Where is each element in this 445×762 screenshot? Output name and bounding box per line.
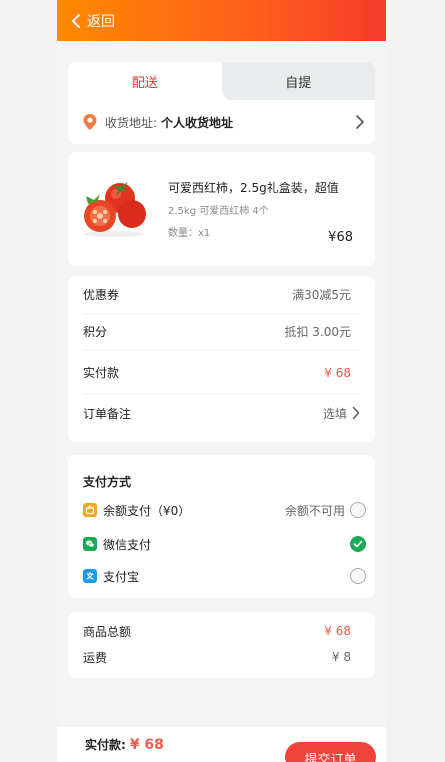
payment-label-alipay: 支付宝: [103, 569, 140, 584]
delivery-tabs: 配送 自提: [68, 62, 375, 100]
balance-unavailable-note: 余额不可用: [284, 503, 345, 518]
points-label: 积分: [83, 325, 108, 339]
order-details-card: 优惠券 满30减5元 积分 抵扣 3.00元 实付款 ¥ 68 订单备注 选填: [68, 276, 375, 442]
alipay-icon: [83, 569, 97, 583]
amount-due-value: ¥ 68: [324, 365, 351, 380]
shipping-label: 运费: [83, 650, 108, 665]
summary-card: 商品总额 ¥ 68 运费 ¥ 8: [68, 612, 375, 678]
coupon-row[interactable]: 优惠券 满30减5元: [68, 276, 375, 313]
order-note-label: 订单备注: [83, 406, 132, 421]
points-row[interactable]: 积分 抵扣 3.00元: [68, 313, 375, 350]
payment-title: 支付方式: [83, 475, 132, 489]
checkout-bar: 实付款: ¥ 68 提交订单: [57, 727, 386, 762]
chevron-left-icon: [72, 13, 80, 28]
address-row[interactable]: 收货地址: 个人收货地址: [68, 102, 375, 142]
payment-option-wechat[interactable]: 微信支付: [68, 533, 375, 555]
payment-option-alipay[interactable]: 支付宝: [68, 565, 375, 587]
product-title: 可爱西红柿，2.5g礼盒装，超值: [168, 181, 339, 195]
radio-balance[interactable]: [350, 502, 366, 518]
back-button[interactable]: 返回: [68, 11, 115, 31]
location-pin-icon: [83, 114, 97, 130]
payment-option-balance[interactable]: 余额支付（¥0） 余额不可用: [68, 499, 375, 521]
points-value: 抵扣 3.00元: [284, 325, 351, 339]
submit-order-button[interactable]: 提交订单: [285, 742, 376, 762]
coupon-value: 满30减5元: [292, 288, 351, 302]
chevron-right-icon: [356, 115, 364, 129]
checkout-screen: 返回 配送 自提 收货地址: 个人收货地址 可爱西红柿，2.5g礼盒装，超值 2…: [57, 0, 386, 762]
amount-due-row: 实付款 ¥ 68: [68, 354, 375, 391]
shipping-row: 运费 ¥ 8: [68, 647, 375, 667]
tab-delivery[interactable]: 配送: [68, 62, 222, 100]
footer-total-label: 实付款:: [85, 738, 126, 752]
product-card: 可爱西红柿，2.5g礼盒装，超值 2.5kg 可爱西红柿 4个 数量：x1 ¥6…: [68, 152, 375, 266]
product-spec: 2.5kg 可爱西红柿 4个: [168, 206, 269, 217]
top-bar: 返回: [57, 0, 386, 41]
product-quantity: 数量：x1: [168, 228, 211, 239]
payment-card: 支付方式 余额支付（¥0） 余额不可用 微信支付 支付宝: [68, 455, 375, 598]
chevron-right-icon: [352, 406, 360, 420]
wallet-icon: [83, 503, 97, 517]
shipping-value: ¥ 8: [331, 650, 351, 664]
back-label: 返回: [87, 13, 115, 30]
address-value: 个人收货地址: [161, 115, 234, 130]
wechat-icon: [83, 537, 97, 551]
address-label: 收货地址:: [105, 115, 158, 130]
order-note-row[interactable]: 订单备注 选填: [68, 393, 375, 433]
radio-wechat-selected[interactable]: [350, 536, 366, 552]
payment-label-balance: 余额支付（¥0）: [103, 503, 191, 518]
checkmark-icon: [353, 540, 363, 548]
payment-label-wechat: 微信支付: [103, 537, 152, 552]
order-note-placeholder: 选填: [322, 406, 347, 421]
coupon-label: 优惠券: [83, 288, 120, 302]
product-price: ¥68: [328, 230, 353, 245]
goods-total-label: 商品总额: [83, 624, 132, 639]
amount-due-label: 实付款: [83, 366, 120, 380]
product-image[interactable]: [78, 174, 150, 238]
tab-pickup[interactable]: 自提: [221, 62, 375, 100]
goods-total-row: 商品总额 ¥ 68: [68, 621, 375, 641]
radio-alipay[interactable]: [350, 568, 366, 584]
footer-total-value: ¥ 68: [129, 736, 164, 753]
delivery-card: 配送 自提 收货地址: 个人收货地址: [68, 62, 375, 144]
goods-total-value: ¥ 68: [324, 624, 351, 638]
divider: [83, 350, 360, 351]
